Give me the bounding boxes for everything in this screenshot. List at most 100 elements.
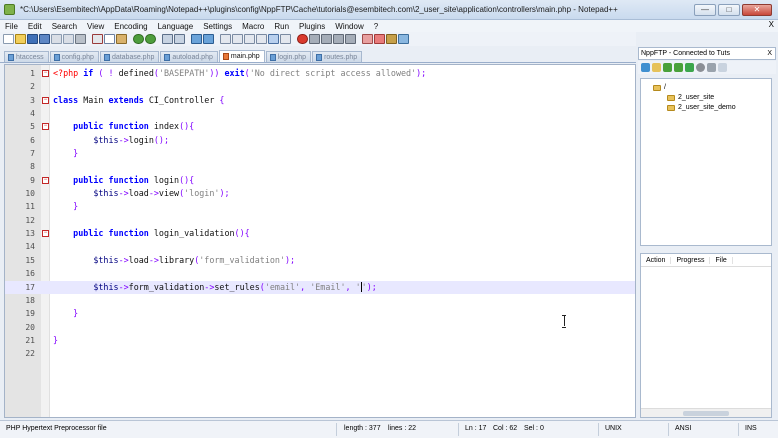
zoom-out-icon[interactable] — [203, 34, 214, 44]
menu-close-document-button[interactable]: X — [769, 20, 774, 29]
close-button[interactable]: ✕ — [742, 4, 772, 16]
menu-encoding[interactable]: Encoding — [109, 22, 152, 31]
code-line[interactable]: 18 — [5, 294, 635, 307]
code-line[interactable]: 19 } — [5, 307, 635, 320]
scrollbar-thumb[interactable] — [683, 411, 729, 416]
refresh-icon[interactable] — [685, 63, 694, 72]
maximize-button[interactable]: □ — [718, 4, 740, 16]
plugin-icon[interactable] — [398, 34, 409, 44]
horizontal-scrollbar[interactable] — [641, 408, 771, 417]
tree-node-2-user-site-demo[interactable]: 2_user_site_demo — [667, 104, 736, 111]
indent-guide-icon[interactable] — [268, 34, 279, 44]
zoom-in-icon[interactable] — [191, 34, 202, 44]
close-file-icon[interactable] — [51, 34, 62, 44]
close-all-icon[interactable] — [63, 34, 74, 44]
minimize-button[interactable]: — — [694, 4, 716, 16]
message-window-icon[interactable] — [718, 63, 727, 72]
status-eol-format[interactable]: UNIX — [605, 425, 622, 432]
sync-horizontal-icon[interactable] — [232, 34, 243, 44]
undo-icon[interactable] — [133, 34, 144, 44]
copy-icon[interactable] — [104, 34, 115, 44]
run-macro-multiple-icon[interactable] — [333, 34, 344, 44]
user-language-icon[interactable] — [280, 34, 291, 44]
menu-file[interactable]: File — [0, 22, 23, 31]
code-line[interactable]: 2 — [5, 80, 635, 93]
code-line[interactable]: 13− public function login_validation(){ — [5, 227, 635, 240]
play-macro-icon[interactable] — [321, 34, 332, 44]
upload-icon[interactable] — [674, 63, 683, 72]
tree-node-root[interactable]: / — [653, 84, 666, 91]
code-line[interactable]: 11 } — [5, 200, 635, 213]
print-icon[interactable] — [75, 34, 86, 44]
stop-macro-icon[interactable] — [309, 34, 320, 44]
open-file-icon[interactable] — [15, 34, 26, 44]
settings-gear-icon[interactable] — [707, 63, 716, 72]
find-icon[interactable] — [162, 34, 173, 44]
menu-window[interactable]: Window — [330, 22, 368, 31]
new-file-icon[interactable] — [3, 34, 14, 44]
spell-check-icon[interactable] — [362, 34, 373, 44]
all-chars-icon[interactable] — [256, 34, 267, 44]
code-line[interactable]: 12 — [5, 214, 635, 227]
code-line[interactable]: 8 — [5, 160, 635, 173]
nppftp-close-button[interactable]: X — [767, 48, 772, 59]
column-header-file[interactable]: File — [710, 256, 733, 264]
save-all-icon[interactable] — [39, 34, 50, 44]
sync-vertical-icon[interactable] — [220, 34, 231, 44]
doc-map-icon[interactable] — [374, 34, 385, 44]
abort-icon[interactable] — [696, 63, 705, 72]
status-encoding[interactable]: ANSI — [675, 425, 691, 432]
column-header-action[interactable]: Action — [641, 256, 672, 264]
code-editor[interactable]: 1− <?php if ( ! defined('BASEPATH')) exit… — [4, 64, 636, 418]
menu-search[interactable]: Search — [47, 22, 82, 31]
menu-help[interactable]: ? — [369, 22, 383, 31]
menu-macro[interactable]: Macro — [237, 22, 269, 31]
tab-htaccess[interactable]: htaccess — [4, 51, 49, 62]
fold-toggle-icon[interactable]: − — [42, 70, 49, 77]
menu-plugins[interactable]: Plugins — [294, 22, 330, 31]
code-line[interactable]: 17 $this->form_validation->set_rules('em… — [5, 280, 635, 294]
code-line[interactable]: 22 — [5, 347, 635, 360]
download-icon[interactable] — [663, 63, 672, 72]
menu-run[interactable]: Run — [269, 22, 294, 31]
folder-open-icon[interactable] — [652, 63, 661, 72]
code-line[interactable]: 9− public function login(){ — [5, 174, 635, 187]
cut-icon[interactable] — [92, 34, 103, 44]
tab-login[interactable]: login.php — [265, 51, 312, 62]
tab-routes[interactable]: routes.php — [312, 51, 363, 62]
code-line[interactable]: 5− public function index(){ — [5, 120, 635, 133]
tab-autoload[interactable]: autoload.php — [160, 51, 218, 62]
code-line[interactable]: 4 — [5, 107, 635, 120]
code-line[interactable]: 21} — [5, 334, 635, 347]
fold-toggle-icon[interactable]: − — [42, 123, 49, 131]
menu-settings[interactable]: Settings — [198, 22, 237, 31]
code-line[interactable]: 20 — [5, 321, 635, 334]
replace-icon[interactable] — [174, 34, 185, 44]
column-header-progress[interactable]: Progress — [671, 256, 711, 264]
paste-icon[interactable] — [116, 34, 127, 44]
fold-toggle-icon[interactable]: − — [42, 230, 49, 238]
code-line[interactable]: 10 $this->load->view('login'); — [5, 187, 635, 200]
tab-main[interactable]: main.php — [218, 50, 265, 62]
tab-database[interactable]: database.php — [99, 51, 160, 62]
code-line[interactable]: 16 — [5, 267, 635, 280]
code-line[interactable]: 1− <?php if ( ! defined('BASEPATH')) exit… — [5, 67, 635, 80]
menu-view[interactable]: View — [82, 22, 109, 31]
record-macro-icon[interactable] — [297, 34, 308, 44]
redo-icon[interactable] — [145, 34, 156, 44]
code-line[interactable]: 6 $this->login(); — [5, 134, 635, 147]
menu-language[interactable]: Language — [153, 22, 199, 31]
menu-edit[interactable]: Edit — [23, 22, 47, 31]
tree-node-2-user-site[interactable]: 2_user_site — [667, 94, 714, 101]
tab-config[interactable]: config.php — [49, 51, 99, 62]
code-line[interactable]: 15 $this->load->library('form_validation… — [5, 254, 635, 267]
code-line[interactable]: 7 } — [5, 147, 635, 160]
code-line[interactable]: 14 — [5, 240, 635, 253]
fold-toggle-icon[interactable]: − — [42, 176, 49, 184]
fold-toggle-icon[interactable]: − — [42, 96, 49, 104]
ftp-panel-icon[interactable] — [386, 34, 397, 44]
save-macro-icon[interactable] — [345, 34, 356, 44]
code-line[interactable]: 3− class Main extends CI_Controller { — [5, 94, 635, 107]
save-icon[interactable] — [27, 34, 38, 44]
word-wrap-icon[interactable] — [244, 34, 255, 44]
